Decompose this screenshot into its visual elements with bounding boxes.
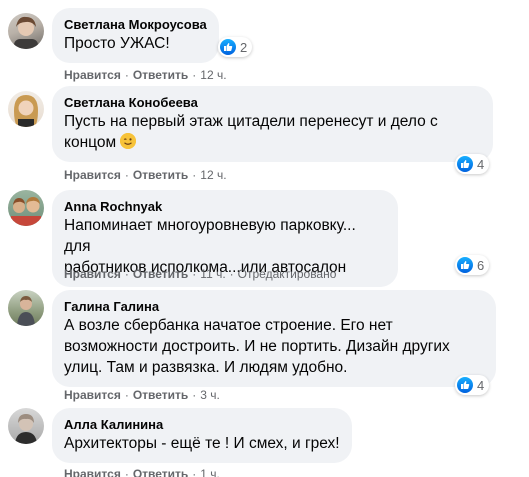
comment-text: Напоминает многоуровневую парковку... дл… (64, 217, 356, 255)
reaction-count[interactable]: 2 (218, 37, 253, 57)
like-icon (220, 39, 236, 55)
comment-time[interactable]: 3 ч. (200, 388, 220, 402)
comment-text: Пусть на первый этаж цитадели перенесут … (64, 113, 438, 130)
comment-text: концом (64, 134, 117, 151)
like-icon (457, 257, 473, 273)
comment-actions: Нравится · Ответить · 3 ч. (64, 388, 220, 402)
comment-actions: Нравится · Ответить · 12 ч. (64, 68, 227, 82)
like-button[interactable]: Нравится (64, 467, 121, 477)
avatar[interactable] (8, 190, 44, 226)
comment-bubble: Алла Калинина Архитекторы - ещё те ! И с… (52, 408, 352, 463)
comment-bubble: Светлана Конобеева Пусть на первый этаж … (52, 86, 493, 162)
reaction-number: 4 (477, 377, 485, 393)
like-icon (457, 156, 473, 172)
comment-text: улиц. Там и развязка. И людям удобно. (64, 359, 348, 376)
comment-author[interactable]: Светлана Конобеева (64, 94, 481, 111)
like-button[interactable]: Нравится (64, 388, 121, 402)
comment-text: Просто УЖАС! (64, 35, 170, 52)
reply-button[interactable]: Ответить (133, 267, 188, 281)
comment-actions: Нравится · Ответить · 11 ч. · Отредактировано (64, 267, 337, 281)
comment-actions: Нравится · Ответить · 12 ч. (64, 168, 227, 182)
comment-actions: Нравится · Ответить · 1 ч. (64, 466, 220, 477)
comment-author[interactable]: Светлана Мокроусова (64, 16, 207, 33)
comment-text: возможности достроить. И не портить. Диз… (64, 338, 450, 355)
comment-bubble: Светлана Мокроусова Просто УЖАС! (52, 8, 219, 63)
reaction-number: 6 (477, 257, 485, 273)
comment-time[interactable]: 12 ч. (200, 168, 226, 182)
reply-button[interactable]: Ответить (133, 68, 188, 82)
comment-text: Архитекторы - ещё те ! И смех, и грех! (64, 435, 340, 452)
comment-time[interactable]: 1 ч. (200, 467, 220, 477)
reaction-count[interactable]: 4 (455, 375, 490, 395)
avatar[interactable] (8, 91, 44, 127)
reply-button[interactable]: Ответить (133, 388, 188, 402)
like-icon (457, 377, 473, 393)
like-button[interactable]: Нравится (64, 267, 121, 281)
like-button[interactable]: Нравится (64, 68, 121, 82)
comment-author[interactable]: Галина Галина (64, 298, 484, 315)
comment-author[interactable]: Anna Rochnyak (64, 198, 386, 215)
avatar[interactable] (8, 408, 44, 444)
reaction-count[interactable]: 4 (455, 154, 490, 174)
comment-text: А возле сбербанка начатое строение. Его … (64, 317, 393, 334)
reply-button[interactable]: Ответить (133, 168, 188, 182)
comment-time[interactable]: 12 ч. (200, 68, 226, 82)
reaction-number: 2 (240, 39, 248, 55)
reaction-count[interactable]: 6 (455, 255, 490, 275)
avatar[interactable] (8, 290, 44, 326)
avatar[interactable] (8, 13, 44, 49)
comment-author[interactable]: Алла Калинина (64, 416, 340, 433)
comment-time[interactable]: 11 ч. (200, 267, 225, 281)
like-button[interactable]: Нравится (64, 168, 121, 182)
edited-label[interactable]: Отредактировано (238, 267, 337, 281)
smiley-wink-emoji (120, 133, 137, 149)
reply-button[interactable]: Ответить (133, 467, 188, 477)
comment-bubble: Галина Галина А возле сбербанка начатое … (52, 290, 496, 387)
reaction-number: 4 (477, 156, 485, 172)
